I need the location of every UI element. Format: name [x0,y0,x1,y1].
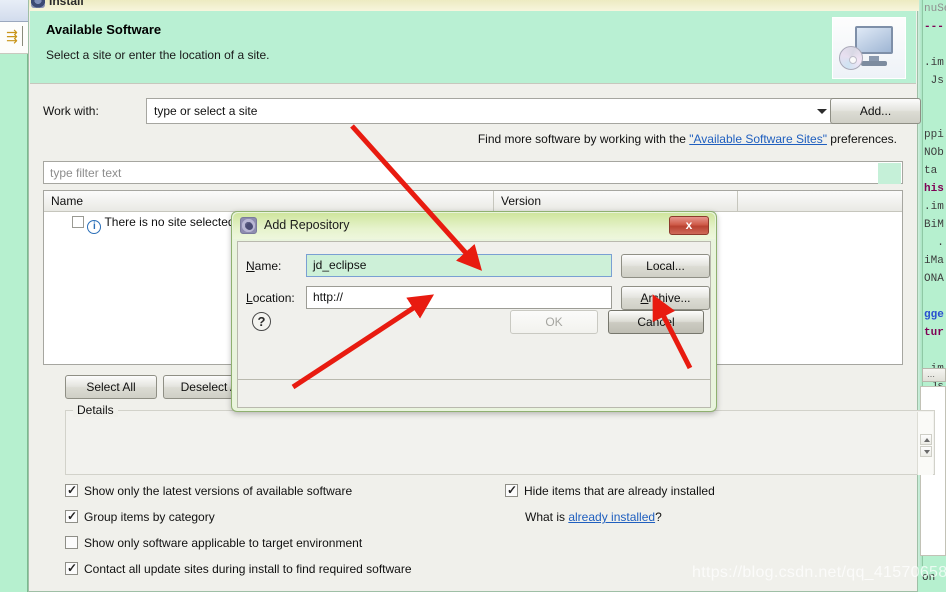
editor-code-line: .im [924,57,944,69]
editor-code-line: .im [924,201,944,213]
option-applicable-target-label: Show only software applicable to target … [84,536,363,550]
chevron-down-icon[interactable] [817,109,827,114]
editor-code-line: NOb [924,147,944,159]
editor-code-line: BiM [924,219,944,231]
screen-root: ⇶ nuSe --- .im Js ppi NOb ta his .im BiM… [0,0,946,592]
scroll-down-arrow-icon[interactable] [920,446,932,457]
location-label: Location: [246,291,295,305]
details-panel [65,410,935,475]
work-with-label: Work with: [43,104,99,118]
option-contact-all-sites-label: Contact all update sites during install … [84,562,412,576]
editor-code-line: his [924,183,944,195]
checkbox-applicable-target[interactable] [65,536,78,549]
table-row[interactable]: i There is no site selected [72,215,235,235]
dialog-title: Add Repository [264,218,350,232]
option-latest-versions-label: Show only the latest versions of availab… [84,484,353,498]
wizard-banner: Available Software Select a site or ente… [30,11,916,84]
editor-code-line: iMa [924,255,944,267]
column-header-version[interactable]: Version [494,191,738,212]
text-caret [22,26,23,46]
archive-button[interactable]: Archive... [621,286,710,310]
dialog-footer [237,380,711,408]
name-field[interactable]: jd_eclipse [306,254,612,277]
editor-code-text: nuSe --- .im Js ppi NOb ta his .im BiM .… [924,0,946,396]
editor-code-line: --- [924,21,944,33]
what-is-prefix: What is [525,510,569,524]
hint-prefix: Find more software by working with the [477,132,690,146]
run-fast-forward-icon[interactable]: ⇶ [4,28,20,44]
editor-code-line: ta [924,165,938,177]
location-field[interactable]: http:// [306,286,612,309]
checkbox-contact-all-sites[interactable] [65,561,78,575]
row-name: There is no site selected [104,215,235,229]
background-editor-panel: nuSe --- .im Js ppi NOb ta his .im BiM .… [918,0,946,592]
editor-code-line: . [924,237,944,249]
filter-input[interactable]: type filter text [43,161,903,184]
cd-disc-shape [839,46,863,70]
editor-horizontal-scrollbar[interactable]: ⋯ [922,368,946,382]
info-icon: i [87,220,102,234]
option-hide-installed-label: Hide items that are already installed [524,484,715,498]
dialog-titlebar[interactable]: Add Repository x [233,213,715,239]
option-applicable-target[interactable]: Show only software applicable to target … [65,536,362,550]
close-icon[interactable]: x [669,216,709,235]
work-with-combobox[interactable]: type or select a site [146,98,836,124]
cancel-button[interactable]: Cancel [608,310,704,334]
monitor-with-cd-icon [832,17,906,79]
find-more-software-hint: Find more software by working with the "… [478,132,897,146]
editor-code-line: gge [924,309,944,321]
editor-code-line: ppi [924,129,944,141]
option-group-by-category-label: Group items by category [84,510,215,524]
work-with-value: type or select a site [154,104,258,118]
filter-placeholder: type filter text [50,166,122,180]
checkbox-hide-installed[interactable] [505,483,518,497]
what-is-suffix: ? [655,510,662,524]
scrollbar-grip-icon: ⋯ [927,372,936,381]
option-latest-versions[interactable]: Show only the latest versions of availab… [65,483,353,498]
option-contact-all-sites[interactable]: Contact all update sites during install … [65,561,412,576]
row-checkbox[interactable] [72,216,84,228]
already-installed-link[interactable]: already installed [568,510,655,524]
page-title: Available Software [46,22,162,37]
page-subtitle: Select a site or enter the location of a… [46,48,270,62]
tree-header: Name Version [44,191,902,212]
filter-accent-block [878,163,901,184]
checkbox-group-by-category[interactable] [65,509,78,523]
add-button[interactable]: Add... [830,98,921,124]
background-toolbar [0,0,28,22]
option-group-by-category[interactable]: Group items by category [65,509,215,524]
what-is-already-installed: What is already installed? [525,510,662,524]
editor-code-line: nuSe [924,3,946,15]
available-software-sites-link[interactable]: "Available Software Sites" [689,132,827,146]
background-left-strip: ⇶ [0,0,28,592]
add-repository-dialog: Add Repository x Name: jd_eclipse Local.… [231,211,717,412]
editor-code-line: Js [924,75,944,87]
details-scrollbar[interactable] [917,412,933,475]
local-button[interactable]: Local... [621,254,710,278]
editor-code-line: ONA [924,273,944,285]
editor-code-line: tur [924,327,944,339]
repository-gear-icon [240,217,257,234]
help-question-icon[interactable]: ? [252,312,271,331]
ok-button: OK [510,310,598,334]
select-all-button[interactable]: Select All [65,375,157,399]
hint-suffix: preferences. [826,132,897,146]
install-titlebar[interactable]: Install [29,0,919,11]
option-hide-installed[interactable]: Hide items that are already installed [505,483,715,498]
install-window-title: Install [49,0,84,8]
column-header-name[interactable]: Name [44,191,494,212]
install-window-icon [31,0,45,8]
details-label: Details [73,403,118,417]
monitor-base-shape [861,61,887,66]
name-label: Name: [246,259,282,273]
monitor-screen-shape [855,26,893,54]
scroll-up-arrow-icon[interactable] [920,434,932,445]
checkbox-latest-versions[interactable] [65,483,78,497]
work-with-row: Work with: type or select a site Add... [43,98,921,126]
column-header-spacer [738,191,902,212]
watermark: https://blog.csdn.net/qq_41570658 [692,564,946,581]
